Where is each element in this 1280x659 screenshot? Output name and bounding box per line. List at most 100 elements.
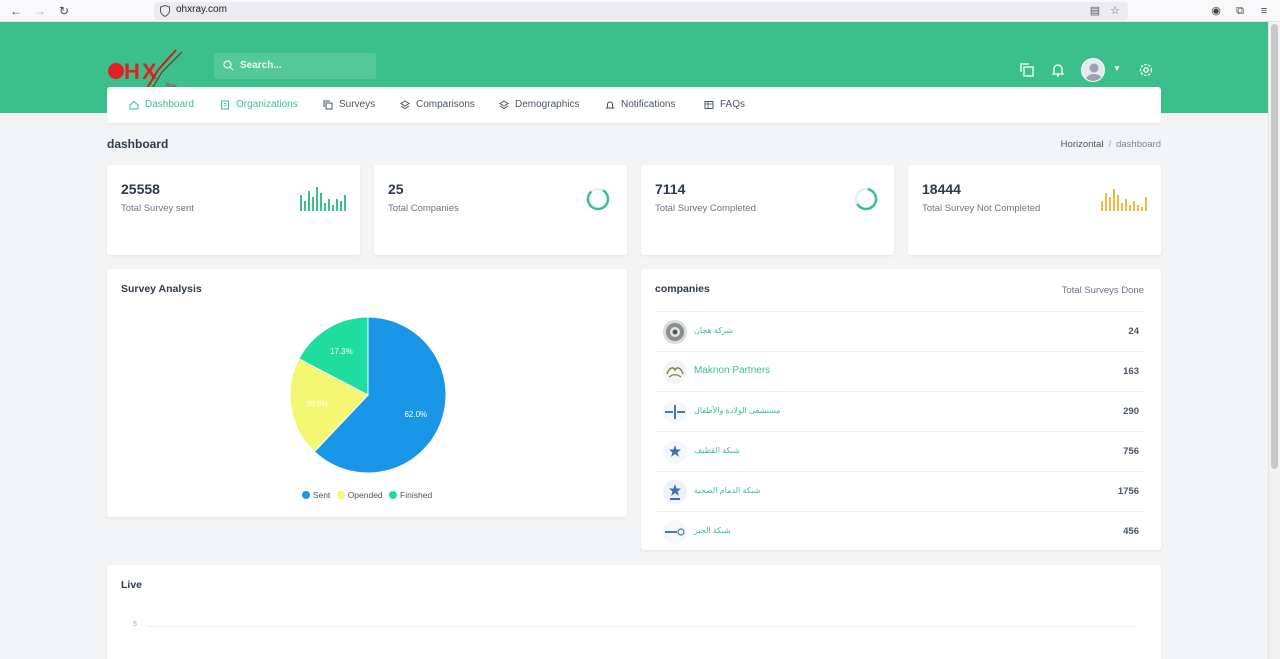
company-survey-count: 456	[1123, 526, 1139, 537]
company-row[interactable]: مستشفى الولادة والأطفال 290	[655, 391, 1145, 431]
company-name[interactable]: شبكة الجبر	[694, 526, 731, 535]
pie-data-label: 20.6%	[306, 399, 329, 408]
nav-label: Demographics	[515, 99, 580, 110]
chart-gridline	[147, 626, 1137, 627]
company-row[interactable]: شركة هجان 24	[655, 311, 1145, 351]
stat-card-surveys-sent: 25558 Total Survey sent	[107, 165, 360, 255]
survey-analysis-card: Survey Analysis 62.0% 20.6% 17.3% Sent Ope…	[107, 269, 627, 517]
survey-pie-chart: 62.0% 20.6% 17.3%	[289, 316, 447, 474]
gear-icon[interactable]	[1138, 62, 1154, 78]
menu-icon[interactable]: ≡	[1256, 3, 1272, 19]
reader-view-icon[interactable]: ▤	[1088, 4, 1102, 18]
nav-label: FAQs	[720, 99, 746, 110]
stat-label: Total Survey Not Completed	[922, 203, 1041, 214]
nav-label: Organizations	[236, 99, 298, 110]
stat-label: Total Survey Completed	[655, 203, 756, 214]
svg-text:H: H	[124, 59, 140, 84]
company-name[interactable]: مستشفى الولادة والأطفال	[694, 406, 781, 415]
nav-label: Notifications	[621, 99, 676, 110]
company-row[interactable]: Maknon Partners 163	[655, 351, 1145, 391]
reload-icon[interactable]: ↻	[56, 3, 72, 19]
copy-icon	[323, 100, 333, 110]
nav-label: Dashboard	[145, 99, 194, 110]
company-logo	[663, 400, 687, 424]
column-header: Total Surveys Done	[1061, 285, 1144, 296]
bar-sparkline	[300, 187, 346, 211]
y-axis-tick: 5	[133, 621, 137, 628]
legend-dot	[336, 491, 345, 499]
card-title: Live	[121, 579, 143, 591]
card-title: Survey Analysis	[121, 283, 202, 295]
stat-card-companies: 25 Total Companies	[374, 165, 627, 255]
stat-value: 18444	[922, 181, 961, 197]
nav-label: Surveys	[339, 99, 376, 110]
bell-icon	[605, 101, 615, 109]
search-icon	[223, 60, 234, 71]
main-navigation: Dashboard Organizations Surveys Comparis…	[107, 87, 1161, 123]
company-survey-count: 24	[1128, 326, 1139, 337]
legend-item-sent[interactable]: Sent	[301, 490, 331, 500]
bell-icon[interactable]	[1050, 62, 1066, 78]
scrollbar-thumb[interactable]	[1271, 24, 1278, 469]
shield-icon	[160, 5, 170, 17]
browser-toolbar: ← → ↻ ohxray.com ▤ ☆ ◉ ⧉ ≡	[0, 0, 1280, 22]
legend-label: Opended	[347, 490, 383, 500]
building-icon	[221, 100, 229, 110]
url-text: ohxray.com	[176, 4, 227, 15]
radial-progress	[586, 187, 610, 211]
table-icon	[704, 101, 714, 109]
company-survey-count: 1756	[1117, 486, 1139, 497]
legend-dot	[301, 491, 310, 499]
company-logo	[663, 360, 687, 384]
account-icon[interactable]: ◉	[1208, 3, 1224, 19]
forward-icon[interactable]: →	[32, 3, 48, 19]
breadcrumb-parent[interactable]: Horizontal	[1061, 139, 1104, 150]
page-title: dashboard	[107, 137, 169, 151]
home-icon	[129, 100, 139, 110]
legend-dot	[389, 491, 398, 499]
layers-icon	[400, 100, 410, 110]
company-name[interactable]: شركة هجان	[694, 326, 733, 335]
legend-label: Sent	[312, 490, 331, 500]
back-icon[interactable]: ←	[8, 3, 24, 19]
extensions-icon[interactable]: ⧉	[1232, 3, 1248, 19]
stat-value: 25558	[121, 181, 160, 197]
company-name[interactable]: شبكة القطيف	[694, 446, 740, 455]
breadcrumb-separator: /	[1108, 139, 1112, 150]
company-row[interactable]: شبكة الدمام الصحية 1756	[655, 471, 1145, 511]
company-survey-count: 290	[1123, 406, 1139, 417]
legend-item-opended[interactable]: Opended	[336, 490, 383, 500]
company-logo	[663, 520, 687, 544]
chart-legend: Sent Opended Finished	[107, 490, 627, 500]
company-name[interactable]: Maknon Partners	[694, 365, 770, 376]
svg-text:X: X	[142, 59, 157, 84]
bar-sparkline	[1101, 189, 1147, 211]
live-card: Live 5	[107, 565, 1161, 659]
company-row[interactable]: شبكة القطيف 756	[655, 431, 1145, 471]
stat-label: Total Survey sent	[121, 203, 194, 214]
stat-value: 25	[388, 181, 404, 197]
company-name[interactable]: شبكة الدمام الصحية	[694, 486, 760, 495]
stat-card-surveys-not-completed: 18444 Total Survey Not Completed	[908, 165, 1161, 255]
pages-icon[interactable]	[1019, 62, 1035, 78]
stat-value: 7114	[655, 181, 686, 197]
company-logo	[663, 480, 687, 504]
company-logo	[663, 440, 687, 464]
chevron-down-icon[interactable]: ▼	[1113, 64, 1121, 73]
address-bar[interactable]: ohxray.com ▤ ☆	[154, 2, 1128, 20]
page-scrollbar[interactable]	[1268, 22, 1280, 659]
breadcrumb-current: dashboard	[1116, 139, 1161, 150]
user-avatar[interactable]	[1081, 58, 1105, 82]
legend-item-finished[interactable]: Finished	[389, 490, 432, 500]
breadcrumb: Horizontal / dashboard	[1061, 139, 1161, 150]
nav-label: Comparisons	[416, 99, 475, 110]
search-box[interactable]: Search...	[214, 53, 376, 79]
company-logo	[663, 320, 687, 344]
search-input[interactable]: Search...	[240, 60, 282, 71]
radial-progress	[854, 187, 878, 211]
company-survey-count: 756	[1123, 446, 1139, 457]
bookmark-star-icon[interactable]: ☆	[1108, 4, 1122, 18]
card-title: companies	[655, 283, 710, 295]
company-row[interactable]: شبكة الجبر 456	[655, 511, 1145, 551]
company-survey-count: 163	[1123, 366, 1139, 377]
